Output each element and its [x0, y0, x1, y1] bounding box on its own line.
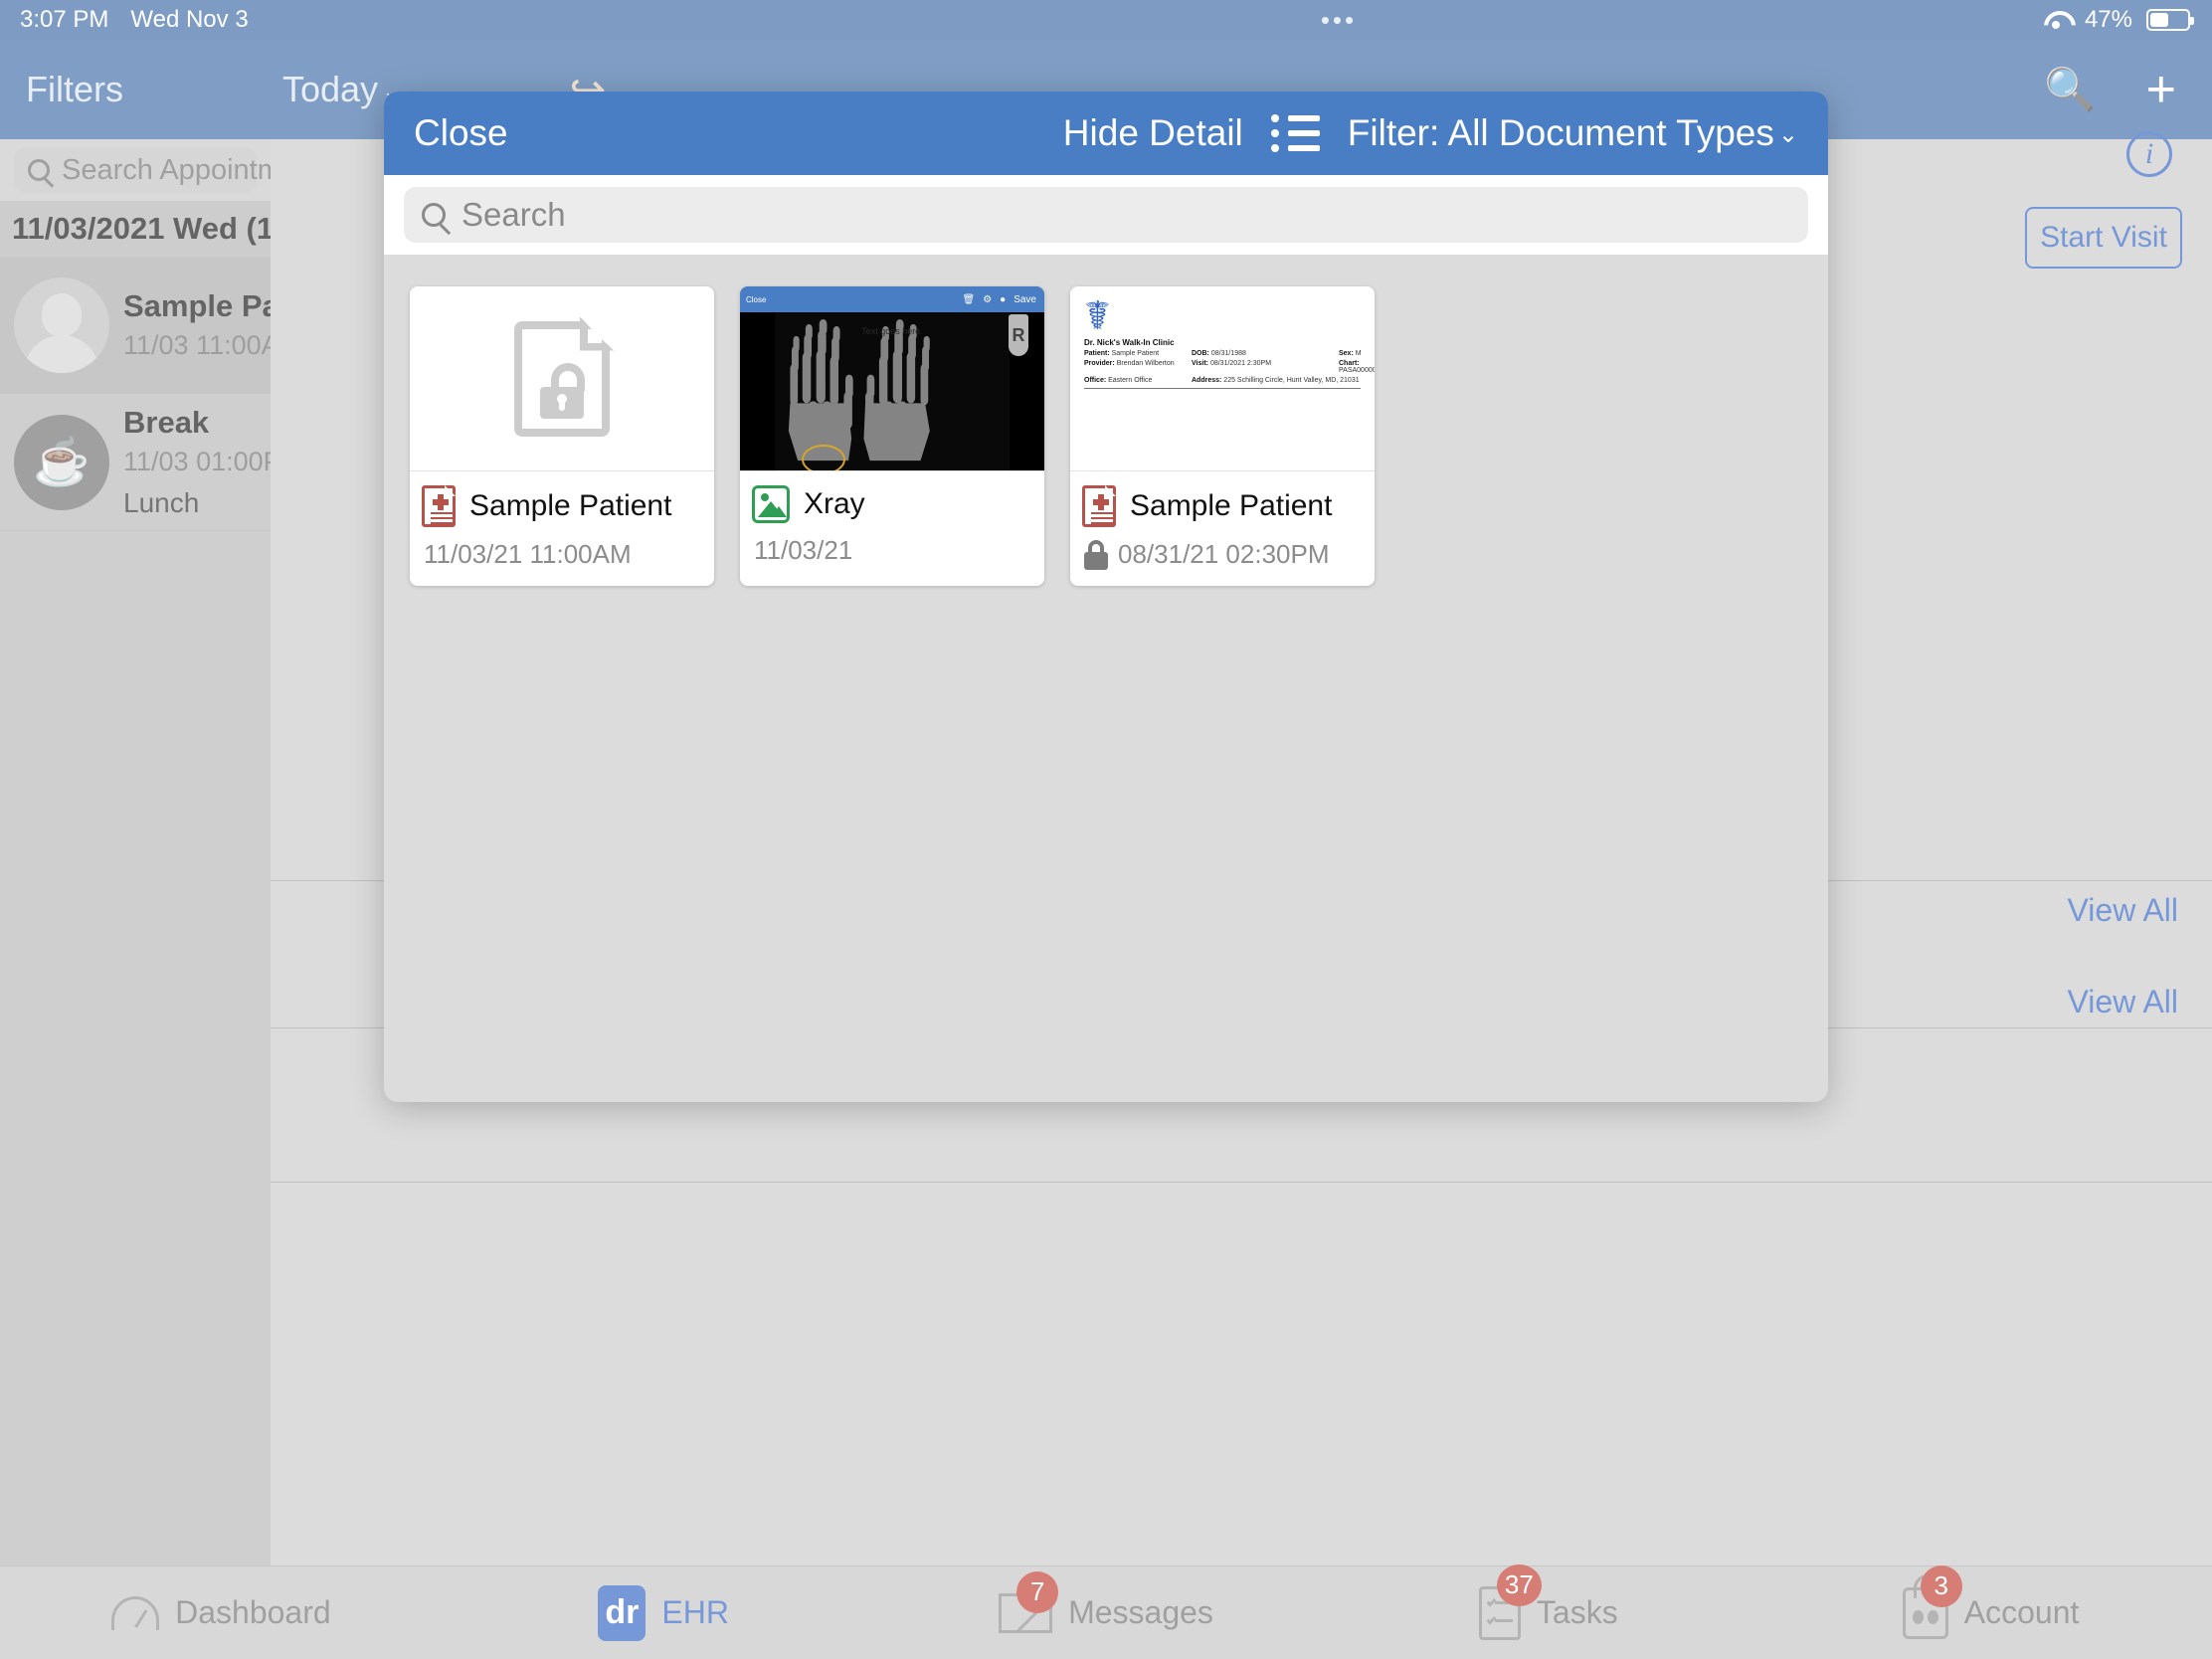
document-thumbnail-locked	[410, 286, 714, 470]
clinic-name: Dr. Nick's Walk-In Clinic	[1084, 338, 1175, 347]
xray-note-text: Text goes here.	[861, 326, 923, 336]
documents-modal: Close Hide Detail Filter: All Document T…	[384, 92, 1828, 1102]
document-date: 11/03/21	[754, 535, 853, 565]
xray-thumb-toolbar: Close 🗑 ⚙ ● Save	[740, 286, 1044, 312]
document-date: 11/03/21 11:00AM	[424, 539, 632, 569]
close-button[interactable]: Close	[414, 112, 508, 154]
xray-side-marker: R	[1009, 314, 1028, 356]
document-meta: Sample Patient 08/31/21 02:30PM	[1070, 470, 1375, 586]
field-value: Brendan Wilberton	[1116, 360, 1175, 367]
document-thumbnail-xray: Close 🗑 ⚙ ● Save Text goes here. R	[740, 286, 1044, 470]
document-title: Sample Patient	[1130, 489, 1333, 522]
field-value: 08/31/2021 2:30PM	[1209, 360, 1272, 367]
field-value: 08/31/1988	[1210, 350, 1246, 357]
medical-record-icon	[1082, 485, 1116, 527]
field-label: Office:	[1084, 377, 1107, 384]
field-value: PASA000009	[1339, 367, 1375, 374]
document-title: Sample Patient	[469, 489, 672, 522]
xray-annotation-circle	[802, 445, 845, 470]
xray-image: Text goes here. R	[740, 312, 1044, 470]
settings-icon: ⚙	[983, 293, 993, 305]
app-root: 3:07 PM Wed Nov 3 ••• 47% Filters Today …	[0, 0, 2212, 1659]
field-value: Sample Patient	[1111, 350, 1160, 357]
search-icon	[422, 203, 446, 227]
document-search-placeholder: Search	[461, 196, 566, 233]
field-label: Address:	[1192, 377, 1222, 384]
lock-icon	[1084, 539, 1108, 570]
xray-toolbar-close: Close	[746, 294, 767, 304]
locked-document-icon	[514, 316, 614, 437]
document-title: Xray	[804, 487, 865, 520]
field-value: 225 Schilling Circle, Hunt Valley, MD, 2…	[1223, 377, 1360, 384]
field-label: Patient:	[1084, 350, 1110, 357]
documents-grid: Sample Patient 11/03/21 11:00AM Close 🗑 …	[384, 255, 1828, 618]
field-value: Eastern Office	[1108, 377, 1153, 384]
document-meta: Xray 11/03/21	[740, 470, 1044, 582]
chevron-down-icon: ⌄	[1777, 121, 1798, 148]
modal-search-container: Search	[384, 175, 1828, 255]
document-card[interactable]: Sample Patient 11/03/21 11:00AM	[410, 286, 714, 586]
xray-toolbar-save: Save	[1014, 293, 1036, 305]
field-label: Provider:	[1084, 360, 1115, 367]
document-card[interactable]: Close 🗑 ⚙ ● Save Text goes here. R Xray …	[740, 286, 1044, 586]
medical-record-icon	[422, 485, 456, 527]
note-preview-fields: Patient: Sample Patient DOB: 08/31/1988 …	[1084, 350, 1375, 384]
hide-detail-button[interactable]: Hide Detail	[1063, 112, 1243, 154]
field-label: Visit:	[1192, 360, 1208, 367]
document-thumbnail-clinical-note: ☤ Dr. Nick's Walk-In Clinic Patient: Sam…	[1070, 286, 1375, 470]
document-card[interactable]: ☤ Dr. Nick's Walk-In Clinic Patient: Sam…	[1070, 286, 1375, 586]
field-label: Sex:	[1339, 350, 1354, 357]
modal-header: Close Hide Detail Filter: All Document T…	[384, 92, 1828, 175]
note-preview-rule	[1084, 388, 1361, 389]
filter-label: Filter: All Document Types	[1347, 112, 1774, 153]
trash-icon: 🗑	[962, 293, 976, 305]
field-label: Chart:	[1339, 360, 1360, 367]
list-view-icon[interactable]	[1270, 114, 1320, 152]
palette-icon: ●	[1000, 293, 1007, 305]
document-date: 08/31/21 02:30PM	[1118, 539, 1330, 569]
field-label: DOB:	[1192, 350, 1209, 357]
image-icon	[752, 485, 790, 523]
document-search-input[interactable]: Search	[404, 187, 1808, 243]
field-value: M	[1355, 350, 1362, 357]
document-type-filter[interactable]: Filter: All Document Types ⌄	[1348, 112, 1798, 154]
caduceus-icon: ☤	[1084, 294, 1111, 338]
document-meta: Sample Patient 11/03/21 11:00AM	[410, 470, 714, 586]
